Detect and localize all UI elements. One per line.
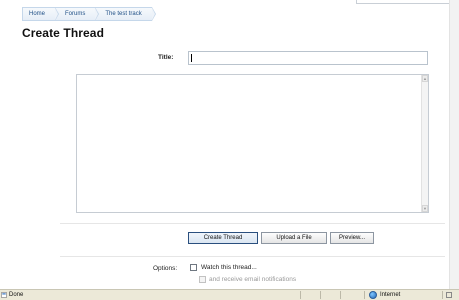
status-text: Done [9, 292, 24, 298]
options-label: Options: [153, 265, 178, 272]
divider [60, 256, 445, 257]
breadcrumb-home[interactable]: Home [23, 7, 60, 21]
status-separator [320, 291, 321, 299]
watch-thread-checkbox[interactable] [190, 264, 197, 271]
search-box-edge[interactable] [356, 0, 459, 4]
create-thread-button[interactable]: Create Thread [188, 232, 258, 244]
zoom-icon[interactable] [446, 292, 452, 298]
page-scrollbar[interactable] [449, 0, 459, 289]
security-zone-text: Internet [380, 292, 401, 298]
breadcrumb-forums[interactable]: Forums [55, 7, 100, 21]
email-notifications-checkbox [199, 276, 206, 283]
scroll-down-arrow-icon[interactable]: ▼ [422, 205, 428, 212]
breadcrumb: Home Forums The test track [22, 7, 157, 21]
text-caret [191, 54, 192, 62]
title-label: Title: [158, 54, 174, 61]
scroll-up-arrow-icon[interactable]: ▲ [422, 75, 428, 82]
status-separator [340, 291, 341, 299]
status-separator [442, 291, 443, 299]
page-title: Create Thread [22, 26, 104, 40]
editor-scrollbar[interactable]: ▲ ▼ [421, 75, 428, 212]
preview-button[interactable]: Preview... [330, 232, 374, 244]
status-separator [364, 291, 365, 299]
watch-thread-label[interactable]: Watch this thread... [201, 264, 257, 271]
status-separator [300, 291, 301, 299]
internet-zone-icon [369, 291, 377, 299]
page-done-icon [1, 292, 7, 298]
message-editor[interactable]: ▲ ▼ [76, 74, 429, 213]
email-notifications-label: and receive email notifications [209, 276, 297, 283]
browser-status-bar: Done Internet [0, 289, 459, 300]
divider [60, 223, 445, 224]
title-input[interactable] [188, 51, 428, 65]
breadcrumb-the-test-track[interactable]: The test track [95, 7, 157, 21]
upload-file-button[interactable]: Upload a File [261, 232, 327, 244]
